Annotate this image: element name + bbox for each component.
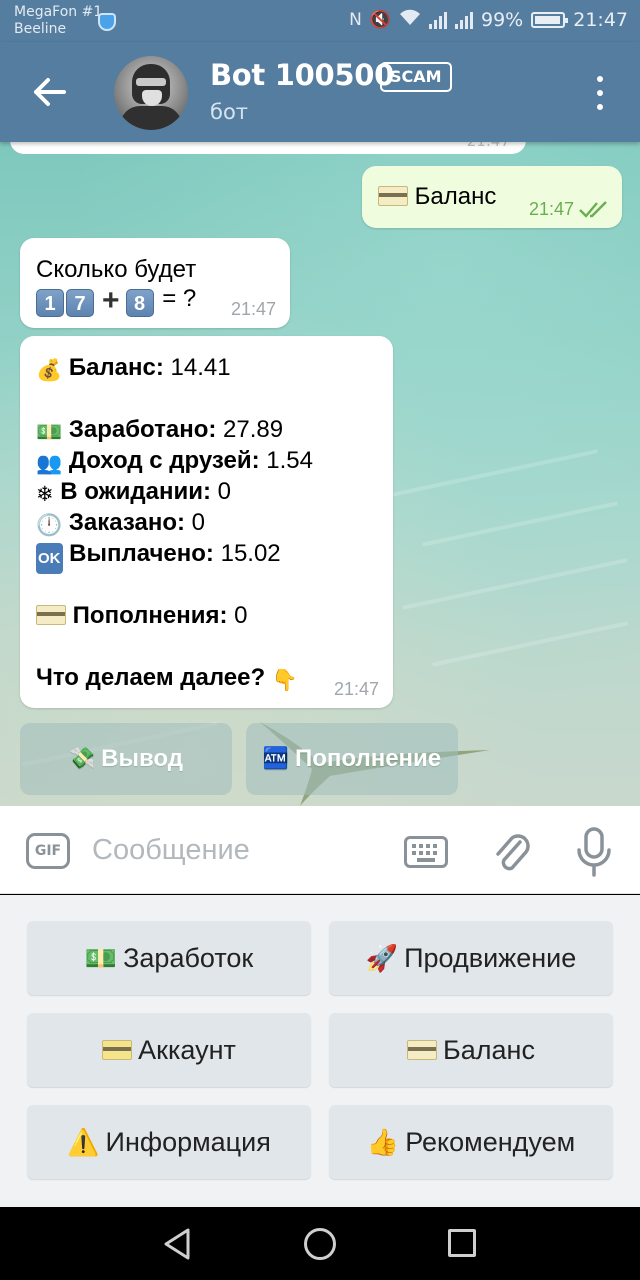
- message-time: 21:47: [230, 299, 276, 319]
- keyboard-toggle-button[interactable]: [404, 836, 448, 868]
- background-streak: [381, 449, 599, 499]
- atm-icon: 🏧: [262, 747, 289, 770]
- credit-card-icon: [407, 1040, 438, 1060]
- nav-back-icon[interactable]: [162, 1227, 194, 1261]
- scam-badge: SCAM: [380, 62, 452, 92]
- dot-icon: [597, 76, 603, 82]
- mute-icon: 🔇: [369, 9, 391, 30]
- message-input[interactable]: [92, 830, 382, 870]
- equation-suffix: = ?: [162, 285, 197, 312]
- stat-balance: 💰 Баланс: 14.41: [36, 352, 386, 383]
- keycap-1-icon: 1: [36, 289, 64, 317]
- battery-icon: [531, 11, 569, 28]
- carrier-info: MegaFon #1 Beeline: [14, 4, 102, 38]
- ok-icon: OK: [36, 543, 63, 574]
- snowflake-icon: ❄: [36, 483, 54, 506]
- back-button[interactable]: [26, 72, 72, 112]
- dot-icon: [597, 90, 603, 96]
- people-icon: 👥: [36, 452, 63, 475]
- money-bag-icon: 💰: [36, 359, 63, 382]
- signal-1-icon: [429, 11, 447, 29]
- signal-2-icon: [455, 11, 473, 29]
- rocket-icon: 🚀: [365, 942, 399, 973]
- pointing-down-icon: 👇: [271, 669, 298, 692]
- credit-card-icon: [36, 605, 66, 625]
- balance-label: Баланс: [443, 1034, 535, 1065]
- balance-button[interactable]: Баланс: [329, 1013, 613, 1087]
- message-time: 21:47: [467, 142, 510, 150]
- topup-button[interactable]: 🏧 Пополнение: [246, 723, 458, 795]
- arrow-left-icon: [34, 78, 66, 106]
- chat-area[interactable]: 21:47 Баланс 21:47 Сколько будет 17 +8 = …: [0, 142, 640, 806]
- chat-header: Bot 100500 SCAM бот: [0, 42, 640, 142]
- incoming-message-stats[interactable]: 💰 Баланс: 14.41 💵 Заработано: 27.89 👥 До…: [20, 336, 393, 708]
- chat-title[interactable]: Bot 100500: [210, 58, 394, 92]
- promotion-label: Продвижение: [404, 942, 577, 973]
- keycap-7-icon: 7: [66, 289, 94, 317]
- message-text: Сколько будет: [36, 256, 197, 283]
- attach-icon[interactable]: [490, 828, 532, 876]
- stat-topups: Пополнения: 0: [36, 600, 386, 631]
- equation: 1 7 +8 = ?: [36, 284, 196, 317]
- recommend-label: Рекомендуем: [405, 1126, 576, 1157]
- microphone-icon[interactable]: [574, 826, 614, 878]
- wifi-icon: [399, 8, 421, 31]
- earnings-label: Заработок: [123, 942, 254, 973]
- background-streak: [431, 621, 629, 667]
- recommend-button[interactable]: 👍 Рекомендуем: [329, 1105, 613, 1179]
- more-menu-button[interactable]: [590, 76, 610, 110]
- topup-label: Пополнение: [295, 745, 442, 772]
- stat-paid: OK Выплачено: 15.02: [36, 538, 386, 574]
- clock-icon: 🕛: [36, 514, 63, 537]
- previous-message: 21:47: [10, 142, 526, 154]
- battery-percent: 99%: [481, 8, 524, 31]
- info-button[interactable]: ⚠️ Информация: [27, 1105, 311, 1179]
- withdraw-label: Вывод: [101, 745, 183, 772]
- stat-friends: 👥 Доход с друзей: 1.54: [36, 445, 386, 476]
- stat-earned: 💵 Заработано: 27.89: [36, 414, 386, 445]
- carrier-1: MegaFon #1: [14, 4, 103, 20]
- dot-icon: [597, 104, 603, 110]
- message-input-bar: GIF: [0, 806, 640, 894]
- earnings-button[interactable]: 💵 Заработок: [27, 921, 311, 995]
- avatar[interactable]: [114, 56, 188, 130]
- ticket-icon: [102, 1040, 133, 1060]
- plus-icon: +: [102, 284, 120, 317]
- banknote-icon: 💵: [84, 942, 118, 973]
- outgoing-message[interactable]: Баланс 21:47: [362, 166, 622, 228]
- background-streak: [402, 558, 628, 610]
- shield-icon: [98, 13, 116, 31]
- carrier-2: Beeline: [14, 21, 67, 37]
- chat-subtitle: бот: [210, 100, 249, 124]
- gif-button[interactable]: GIF: [26, 833, 70, 869]
- message-time: 21:47: [528, 199, 574, 219]
- info-label: Информация: [105, 1126, 271, 1157]
- withdraw-button[interactable]: 💸 Вывод: [20, 723, 232, 795]
- money-wings-icon: 💸: [69, 747, 96, 770]
- nav-home-icon[interactable]: [304, 1228, 336, 1260]
- nfc-icon: N: [349, 9, 362, 30]
- credit-card-icon: [378, 186, 408, 206]
- background-streak: [421, 501, 619, 547]
- nav-recents-icon[interactable]: [448, 1229, 476, 1257]
- system-nav-bar: [0, 1207, 640, 1280]
- status-bar: MegaFon #1 Beeline N 🔇 99% 21:47: [0, 0, 640, 42]
- message-text: Баланс: [414, 183, 497, 210]
- banknote-icon: 💵: [36, 421, 63, 444]
- message-time: 21:47: [333, 679, 379, 699]
- double-check-icon: [579, 201, 607, 218]
- account-label: Аккаунт: [138, 1034, 236, 1065]
- clock: 21:47: [573, 8, 628, 31]
- incoming-message-question[interactable]: Сколько будет 1 7 +8 = ? 21:47: [20, 238, 290, 328]
- keycap-8-icon: 8: [125, 289, 154, 317]
- stat-pending: ❄ В ожидании: 0: [36, 476, 386, 507]
- reply-keyboard: 💵 Заработок 🚀 Продвижение Аккаунт Баланс…: [0, 895, 640, 1207]
- stat-ordered: 🕛 Заказано: 0: [36, 507, 386, 538]
- thumbs-up-icon: 👍: [366, 1126, 400, 1157]
- status-icons: N 🔇 99% 21:47: [349, 8, 628, 31]
- promotion-button[interactable]: 🚀 Продвижение: [329, 921, 613, 995]
- account-button[interactable]: Аккаунт: [27, 1013, 311, 1087]
- warning-icon: ⚠️: [67, 1126, 100, 1157]
